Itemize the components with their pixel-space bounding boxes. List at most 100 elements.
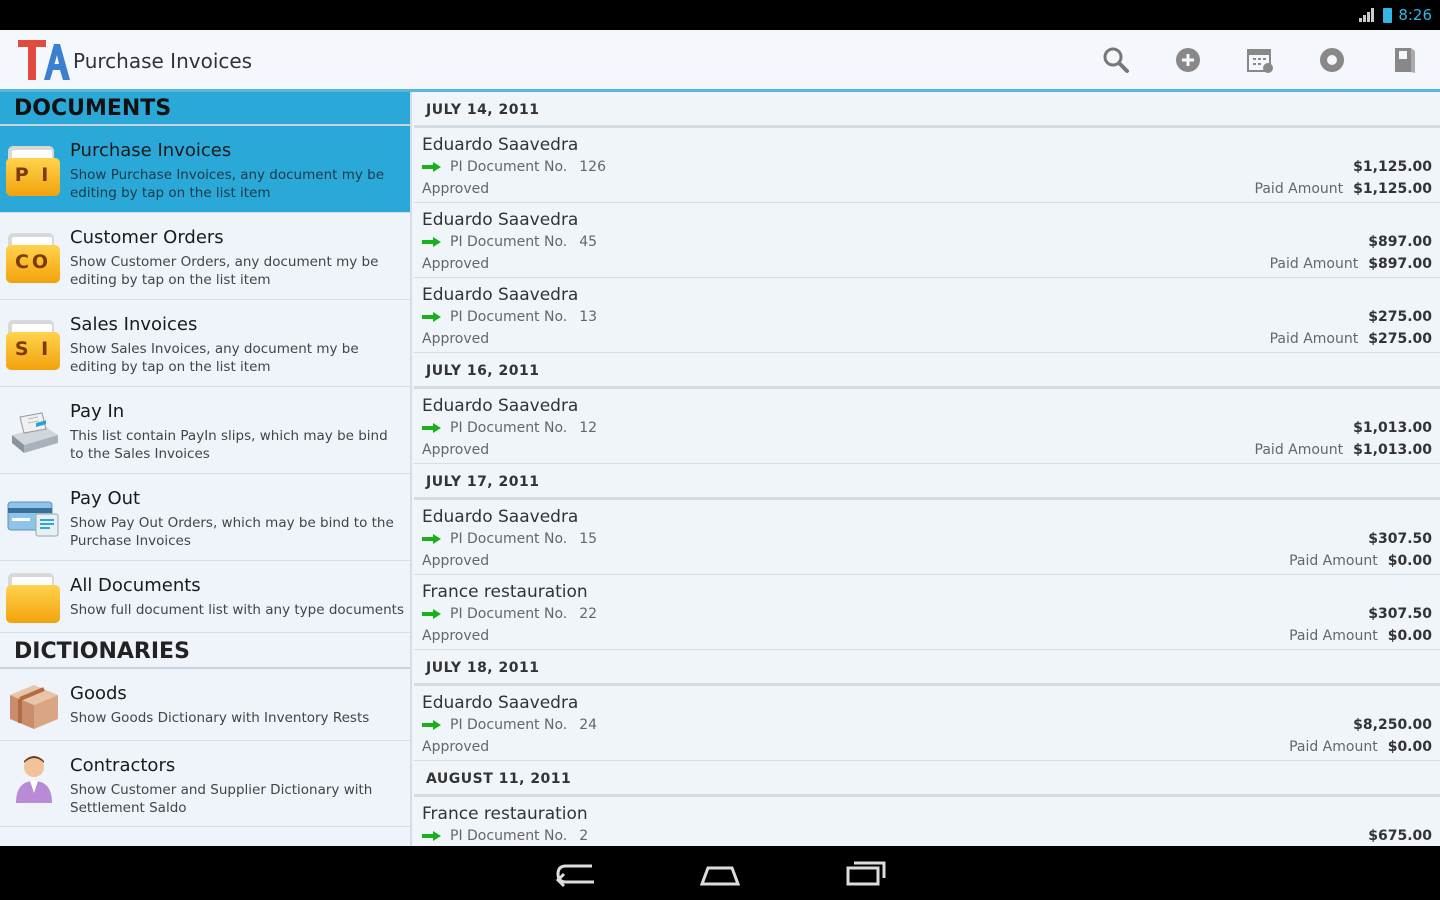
- signal-icon: [1359, 8, 1377, 22]
- invoice-row[interactable]: France restauration PI Document No. 22 A…: [414, 575, 1440, 650]
- nav-bar: [0, 846, 1440, 900]
- contractor-name: France restauration: [422, 582, 588, 602]
- folder-icon: S I: [6, 318, 60, 370]
- calendar-icon[interactable]: [1244, 44, 1276, 76]
- arrow-right-icon: [422, 534, 442, 544]
- sidebar-item-desc: Show Pay Out Orders, which may be bind t…: [70, 515, 394, 549]
- invoice-amount: $275.00: [1368, 309, 1432, 325]
- invoice-amount: $307.50: [1368, 606, 1432, 622]
- folder-icon: P I: [6, 144, 60, 196]
- sidebar-item-desc: This list contain PayIn slips, which may…: [70, 428, 388, 462]
- sidebar-item-title: Pay In: [70, 401, 125, 422]
- sidebar-item-goods[interactable]: Goods Show Goods Dictionary with Invento…: [0, 669, 410, 741]
- document-label: PI Document No.: [450, 606, 568, 622]
- invoice-row[interactable]: Eduardo Saavedra PI Document No. 13 Appr…: [414, 278, 1440, 353]
- paid-amount: Paid Amount $275.00: [1270, 331, 1432, 347]
- document-number: 12: [579, 420, 598, 436]
- paid-value: $0.00: [1387, 739, 1432, 755]
- document-info: PI Document No. 24: [422, 717, 597, 733]
- arrow-right-icon: [422, 609, 442, 619]
- paid-amount: Paid Amount $1,013.00: [1255, 442, 1432, 458]
- paid-label: Paid Amount: [1289, 553, 1378, 569]
- invoice-amount: $1,013.00: [1353, 420, 1432, 436]
- invoice-row[interactable]: Eduardo Saavedra PI Document No. 12 Appr…: [414, 389, 1440, 464]
- document-number: 13: [579, 309, 598, 325]
- sidebar-item-title: Pay Out: [70, 488, 141, 509]
- sidebar-item-sales-invoices[interactable]: S I Sales Invoices Show Sales Invoices, …: [0, 300, 410, 387]
- status-text: Approved: [422, 553, 490, 569]
- invoice-list[interactable]: JULY 14, 2011 Eduardo Saavedra PI Docume…: [414, 92, 1440, 846]
- paid-value: $0.00: [1387, 628, 1432, 644]
- paid-amount: Paid Amount $0.00: [1289, 739, 1432, 755]
- document-info: PI Document No. 2: [422, 828, 588, 844]
- box-icon: [10, 685, 58, 729]
- invoice-row[interactable]: Eduardo Saavedra PI Document No. 24 Appr…: [414, 686, 1440, 761]
- document-info: PI Document No. 126: [422, 159, 606, 175]
- person-icon: [16, 756, 52, 803]
- document-number: 22: [579, 606, 598, 622]
- contractor-name: Eduardo Saavedra: [422, 507, 579, 527]
- app-logo-icon: [18, 40, 70, 80]
- status-text: Approved: [422, 442, 490, 458]
- date-group-header: JULY 16, 2011: [414, 353, 1440, 389]
- sidebar: DOCUMENTS P I Purchase Invoices Show Pur…: [0, 92, 412, 846]
- sidebar-item-desc: Show Goods Dictionary with Inventory Res…: [70, 710, 370, 726]
- status-text: Approved: [422, 739, 490, 755]
- paid-value: $1,125.00: [1353, 181, 1432, 197]
- invoice-row[interactable]: Eduardo Saavedra PI Document No. 126 App…: [414, 128, 1440, 203]
- invoice-amount: $307.50: [1368, 531, 1432, 547]
- battery-icon: [1383, 7, 1393, 23]
- sidebar-item-title: Purchase Invoices: [70, 140, 232, 161]
- invoice-amount: $8,250.00: [1353, 717, 1432, 733]
- sidebar-item-purchase-invoices[interactable]: P I Purchase Invoices Show Purchase Invo…: [0, 126, 410, 213]
- paid-label: Paid Amount: [1269, 331, 1359, 347]
- sidebar-item-title: All Documents: [70, 575, 201, 596]
- status-text: Approved: [422, 628, 490, 644]
- sidebar-item-desc: Show full document list with any type do…: [70, 602, 404, 618]
- paid-value: $897.00: [1368, 256, 1432, 272]
- status-icons: 8:26: [1359, 6, 1432, 24]
- settings-icon[interactable]: [1316, 44, 1348, 76]
- sidebar-item-pay-out[interactable]: Pay Out Show Pay Out Orders, which may b…: [0, 474, 410, 561]
- sidebar-item-customer-orders[interactable]: CO Customer Orders Show Customer Orders,…: [0, 213, 410, 300]
- home-icon[interactable]: [698, 858, 742, 888]
- sidebar-item-desc: Show Customer Orders, any document my be…: [70, 254, 379, 288]
- status-text: Approved: [422, 181, 490, 197]
- date-group-header: JULY 18, 2011: [414, 650, 1440, 686]
- sidebar-item-desc: Show Purchase Invoices, any document my …: [70, 167, 385, 201]
- sidebar-item-title: Sales Invoices: [70, 314, 198, 335]
- add-icon[interactable]: [1172, 44, 1204, 76]
- exit-icon[interactable]: [1388, 44, 1420, 76]
- sidebar-item-title: Customer Orders: [70, 227, 224, 248]
- document-number: 15: [579, 531, 598, 547]
- contractor-name: Eduardo Saavedra: [422, 285, 579, 305]
- status-text: Approved: [422, 256, 490, 272]
- paid-label: Paid Amount: [1254, 181, 1344, 197]
- document-info: PI Document No. 12: [422, 420, 597, 436]
- paid-amount: Paid Amount $1,125.00: [1255, 181, 1432, 197]
- contractor-name: Eduardo Saavedra: [422, 210, 579, 230]
- sidebar-item-all-documents[interactable]: All Documents Show full document list wi…: [0, 561, 410, 633]
- arrow-right-icon: [422, 312, 442, 322]
- cash-register-icon: [12, 412, 58, 453]
- paid-amount: Paid Amount $0.00: [1289, 628, 1432, 644]
- document-number: 2: [579, 828, 589, 844]
- sidebar-item-pay-in[interactable]: Pay In This list contain PayIn slips, wh…: [0, 387, 410, 474]
- sidebar-item-title: Goods: [70, 683, 127, 704]
- back-icon[interactable]: [554, 858, 598, 888]
- document-number: 45: [579, 234, 598, 250]
- paid-value: $0.00: [1387, 553, 1432, 569]
- invoice-amount: $675.00: [1368, 828, 1432, 844]
- invoice-row[interactable]: France restauration PI Document No. 2 $6…: [414, 797, 1440, 846]
- arrow-right-icon: [422, 237, 442, 247]
- document-label: PI Document No.: [450, 309, 568, 325]
- invoice-row[interactable]: Eduardo Saavedra PI Document No. 45 Appr…: [414, 203, 1440, 278]
- invoice-row[interactable]: Eduardo Saavedra PI Document No. 15 Appr…: [414, 500, 1440, 575]
- sidebar-item-contractors[interactable]: Contractors Show Customer and Supplier D…: [0, 741, 410, 827]
- dictionaries-heading: DICTIONARIES: [0, 633, 410, 669]
- document-info: PI Document No. 22: [422, 606, 597, 622]
- search-icon[interactable]: [1100, 44, 1132, 76]
- contractor-name: Eduardo Saavedra: [422, 396, 579, 416]
- paid-label: Paid Amount: [1254, 442, 1344, 458]
- recents-icon[interactable]: [844, 858, 888, 888]
